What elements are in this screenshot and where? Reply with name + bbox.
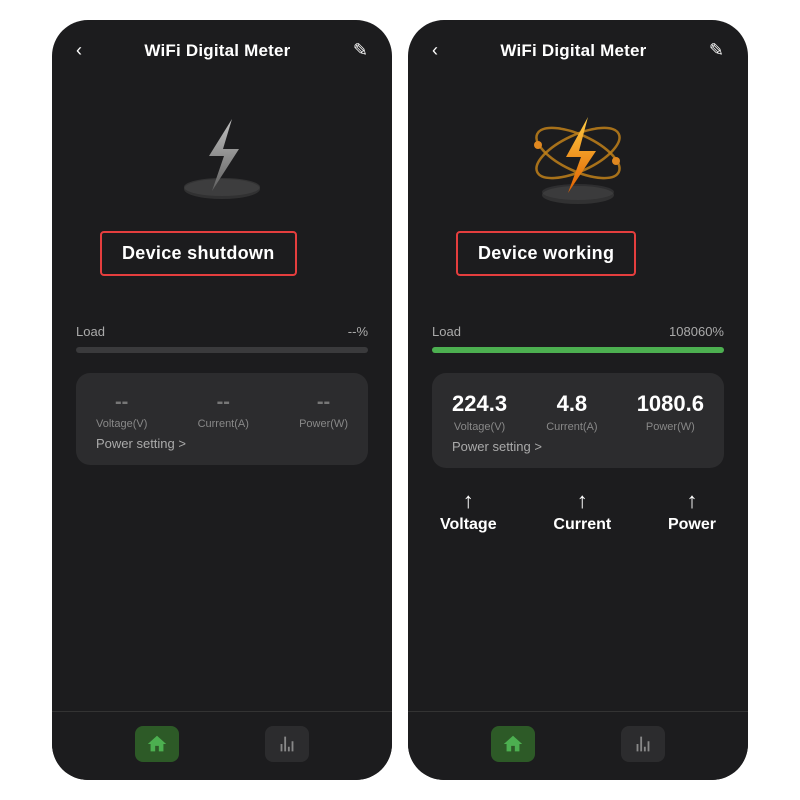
- right-metrics-card: 224.3 Voltage(V) 4.8 Current(A) 1080.6 P…: [432, 373, 724, 468]
- left-metrics-row: -- Voltage(V) -- Current(A) -- Power(W): [96, 391, 348, 430]
- right-current-value: 4.8: [557, 391, 588, 417]
- right-progress-fill: [432, 347, 724, 353]
- left-chart-icon: [276, 733, 298, 755]
- left-home-button[interactable]: [135, 726, 179, 762]
- right-power-setting[interactable]: Power setting >: [452, 433, 704, 454]
- left-voltage-label: Voltage(V): [96, 418, 147, 430]
- right-progress-bg: [432, 347, 724, 353]
- right-voltage-metric: 224.3 Voltage(V): [452, 391, 507, 433]
- gray-lightning-icon: [167, 101, 277, 211]
- left-status-container: Device shutdown: [52, 231, 392, 324]
- right-power-metric: 1080.6 Power(W): [637, 391, 704, 433]
- left-power-value: --: [317, 391, 330, 414]
- left-status-text: Device shutdown: [122, 243, 275, 263]
- left-chart-button[interactable]: [265, 726, 309, 762]
- left-edit-icon[interactable]: ✎: [353, 40, 368, 61]
- voltage-arrow-icon: ↑: [463, 488, 474, 514]
- left-power-label: Power(W): [299, 418, 348, 430]
- right-current-label: Current(A): [546, 421, 597, 433]
- right-device-icon-area: [408, 71, 748, 231]
- right-load-value: 108060%: [669, 324, 724, 339]
- power-annotation-label: Power: [668, 516, 716, 534]
- right-power-label: Power(W): [646, 421, 695, 433]
- left-current-label: Current(A): [198, 418, 249, 430]
- right-load-section: Load 108060%: [408, 324, 748, 373]
- left-back-icon[interactable]: ‹: [76, 40, 82, 61]
- left-current-value: --: [217, 391, 230, 414]
- right-back-icon[interactable]: ‹: [432, 40, 438, 61]
- left-current-metric: -- Current(A): [198, 391, 249, 430]
- left-title: WiFi Digital Meter: [144, 41, 290, 61]
- right-chart-button[interactable]: [621, 726, 665, 762]
- right-title: WiFi Digital Meter: [500, 41, 646, 61]
- right-current-metric: 4.8 Current(A): [546, 391, 597, 433]
- left-metrics-card: -- Voltage(V) -- Current(A) -- Power(W) …: [76, 373, 368, 465]
- left-device-icon-area: [52, 71, 392, 231]
- right-header: ‹ WiFi Digital Meter ✎: [408, 20, 748, 71]
- right-status-container: Device working: [408, 231, 748, 324]
- right-voltage-label: Voltage(V): [454, 421, 505, 433]
- orange-lightning-icon: [518, 101, 638, 211]
- current-annotation-label: Current: [553, 516, 611, 534]
- left-home-icon: [146, 733, 168, 755]
- left-voltage-metric: -- Voltage(V): [96, 391, 147, 430]
- right-edit-icon[interactable]: ✎: [709, 40, 724, 61]
- left-power-metric: -- Power(W): [299, 391, 348, 430]
- right-bottom-nav: [408, 711, 748, 780]
- power-annotation: ↑ Power: [668, 488, 716, 534]
- current-annotation: ↑ Current: [553, 488, 611, 534]
- left-load-section: Load --%: [52, 324, 392, 373]
- right-voltage-value: 224.3: [452, 391, 507, 417]
- left-bottom-nav: [52, 711, 392, 780]
- right-home-icon: [502, 733, 524, 755]
- right-status-box: Device working: [456, 231, 636, 276]
- right-home-button[interactable]: [491, 726, 535, 762]
- left-phone-card: ‹ WiFi Digital Meter ✎ Device shutdown: [52, 20, 392, 780]
- right-chart-icon: [632, 733, 654, 755]
- left-progress-bg: [76, 347, 368, 353]
- voltage-annotation: ↑ Voltage: [440, 488, 497, 534]
- right-metrics-row: 224.3 Voltage(V) 4.8 Current(A) 1080.6 P…: [452, 391, 704, 433]
- left-header: ‹ WiFi Digital Meter ✎: [52, 20, 392, 71]
- current-arrow-icon: ↑: [577, 488, 588, 514]
- left-status-box: Device shutdown: [100, 231, 297, 276]
- left-voltage-value: --: [115, 391, 128, 414]
- voltage-annotation-label: Voltage: [440, 516, 497, 534]
- left-power-setting[interactable]: Power setting >: [96, 430, 348, 451]
- right-phone-card: ‹ WiFi Digital Meter ✎: [408, 20, 748, 780]
- left-load-value: --%: [348, 324, 368, 339]
- right-power-value: 1080.6: [637, 391, 704, 417]
- power-arrow-icon: ↑: [686, 488, 697, 514]
- annotations-row: ↑ Voltage ↑ Current ↑ Power: [408, 484, 748, 534]
- right-status-text: Device working: [478, 243, 614, 263]
- left-load-label: Load: [76, 324, 105, 339]
- right-load-label: Load: [432, 324, 461, 339]
